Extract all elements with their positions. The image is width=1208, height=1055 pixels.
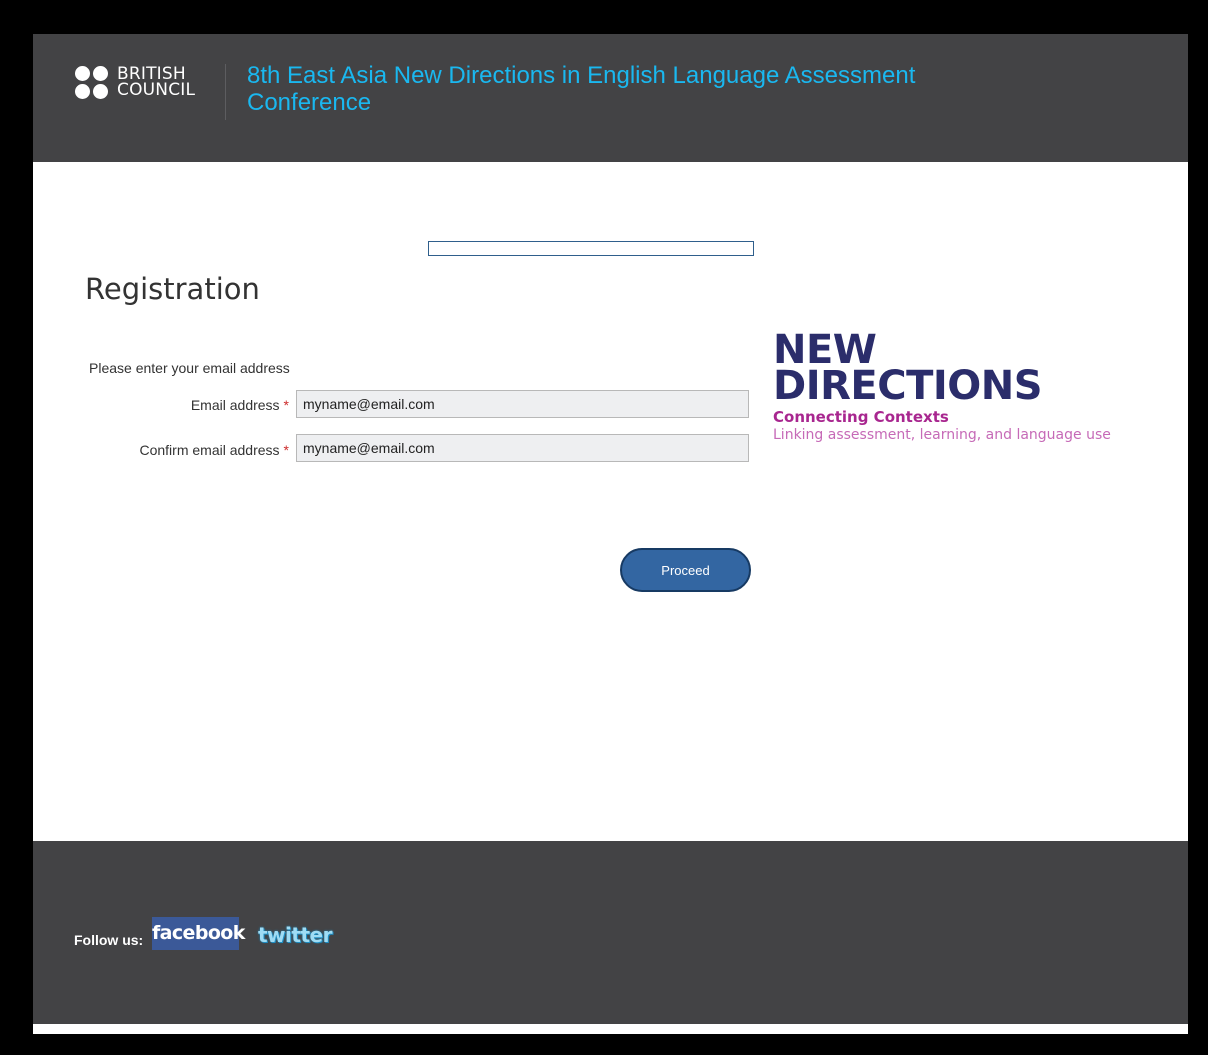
logo-tagline: Linking assessment, learning, and langua… — [773, 427, 1111, 443]
required-marker: * — [283, 442, 289, 458]
british-council-wordmark: BRITISH COUNCIL — [117, 64, 196, 100]
confirm-email-label: Confirm email address * — [39, 442, 289, 458]
logo-line-directions: DIRECTIONS — [773, 363, 1043, 409]
site-footer: Follow us: facebook twitter — [33, 841, 1188, 1024]
progress-bar — [428, 241, 754, 256]
new-directions-logo: NEW DIRECTIONS Connecting Contexts Linki… — [773, 330, 1133, 443]
email-field[interactable] — [296, 390, 749, 418]
twitter-icon[interactable]: twitter — [258, 921, 340, 949]
required-marker: * — [283, 397, 289, 413]
confirm-email-field[interactable] — [296, 434, 749, 462]
british-council-dots-icon — [75, 66, 111, 102]
intro-text: Please enter your email address — [89, 360, 290, 376]
proceed-button[interactable]: Proceed — [620, 548, 751, 592]
email-label-text: Email address — [190, 397, 280, 413]
confirm-email-label-text: Confirm email address — [139, 442, 280, 458]
conference-title: 8th East Asia New Directions in English … — [247, 62, 916, 116]
page-title: Registration — [85, 272, 260, 306]
facebook-icon[interactable]: facebook — [152, 917, 245, 950]
site-header: BRITISH COUNCIL 8th East Asia New Direct… — [33, 34, 1188, 162]
british-council-logo[interactable]: BRITISH COUNCIL — [75, 64, 215, 104]
page-frame: BRITISH COUNCIL 8th East Asia New Direct… — [33, 34, 1188, 1034]
logo-subtitle: Connecting Contexts — [773, 408, 949, 426]
header-divider — [225, 64, 226, 120]
email-label: Email address * — [39, 397, 289, 413]
follow-us-label: Follow us: — [74, 932, 144, 948]
